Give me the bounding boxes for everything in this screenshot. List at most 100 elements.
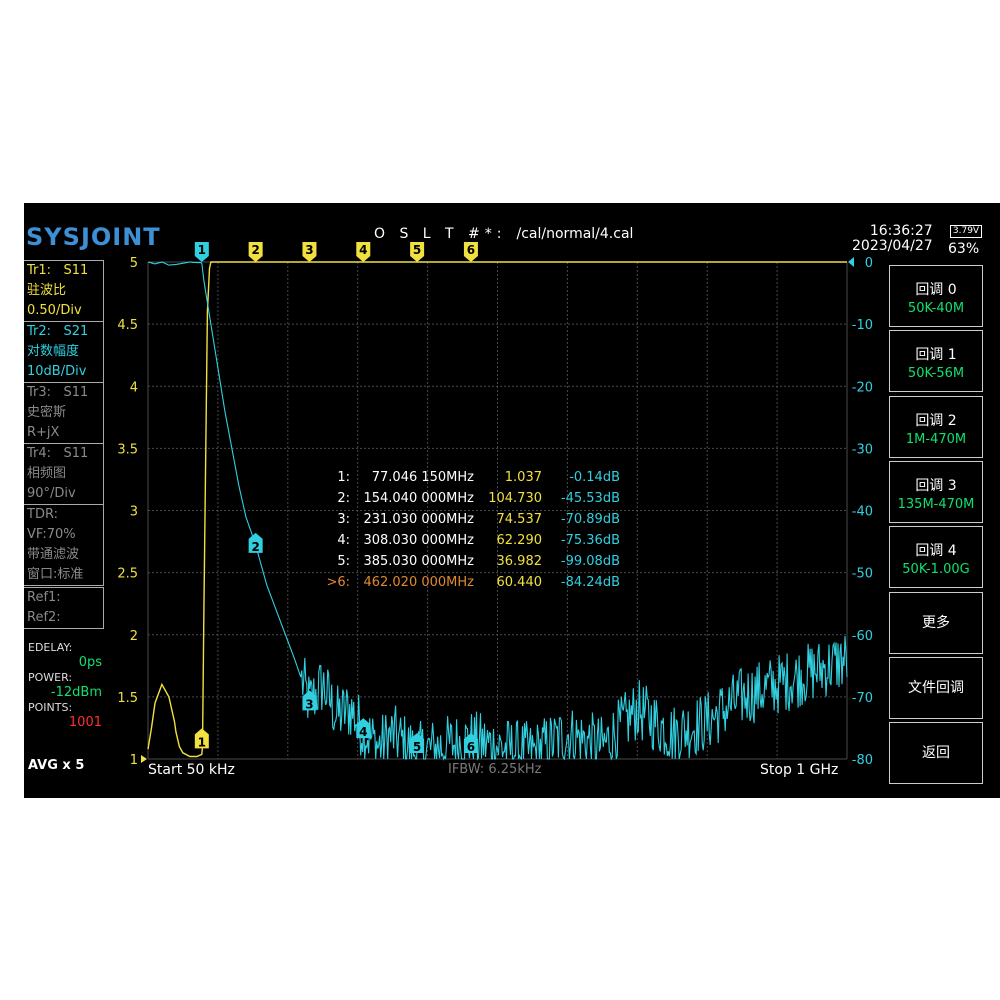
trace-3-box[interactable]: Tr3: S11 史密斯 R+jX: [24, 382, 104, 444]
softkey-title: 回调 1: [915, 347, 957, 364]
marker-value-tr1: 104.730: [488, 491, 542, 506]
softkey-4[interactable]: 回调 3 135M-470M: [889, 460, 983, 523]
softkey-title: 回调 2: [915, 412, 957, 429]
softkey-title: 回调 0: [915, 282, 957, 298]
marker-value-tr1: 1.037: [504, 470, 542, 485]
tdr-box[interactable]: TDR: VF:70% 带通滤波 窗口:标准: [24, 504, 104, 586]
trace-1-format: 驻波比: [27, 283, 67, 298]
marker-row[interactable]: >6: 462.020 000MHz 60.440 -84.24dB: [304, 572, 634, 593]
clock: 16:36:27 2023/04/27: [852, 224, 933, 254]
right-axis-tick: 0: [865, 256, 873, 271]
trace-1-box[interactable]: Tr1: S11 驻波比 0.50/Div: [24, 260, 104, 322]
right-axis-tick: -20: [852, 380, 873, 395]
left-axis-tick: 5: [130, 256, 138, 271]
tr2-reference-arrow: [848, 257, 854, 267]
left-axis-tick: 2: [130, 629, 138, 644]
marker-value-tr2: -45.53dB: [560, 491, 620, 506]
tdr-vf: VF:70%: [27, 527, 76, 542]
marker-id: 1:: [337, 470, 350, 485]
marker-frequency: 231.030 000MHz: [363, 512, 474, 527]
marker-id: 2:: [337, 491, 350, 506]
marker-flag-label: 2: [251, 243, 259, 257]
start-frequency[interactable]: Start 50 kHz: [148, 762, 235, 778]
tr1-reference-arrow: [141, 755, 147, 763]
marker-frequency: 385.030 000MHz: [363, 554, 474, 569]
right-axis-tick: -40: [852, 505, 873, 520]
tdr-window: 窗口:标准: [27, 567, 84, 582]
marker-frequency: 308.030 000MHz: [363, 533, 474, 548]
trace-2-format: 对数幅度: [27, 344, 80, 359]
clock-time: 16:36:27: [869, 223, 933, 239]
marker-frequency: 462.020 000MHz: [363, 575, 474, 590]
marker-value-tr1: 36.982: [496, 554, 543, 569]
marker-tag-label: 5: [413, 740, 421, 754]
right-axis-tick: -60: [852, 629, 873, 644]
points-label: POINTS:: [28, 701, 73, 714]
marker-value-tr1: 62.290: [496, 533, 543, 548]
marker-tag-label: 3: [305, 697, 313, 711]
right-axis-tick: -70: [852, 691, 873, 706]
ifbw-readout: IFBW: 6.25kHz: [448, 762, 542, 777]
marker-frequency: 77.046 150MHz: [371, 470, 474, 485]
marker-value-tr2: -70.89dB: [560, 512, 620, 527]
marker-flag-label: 6: [467, 243, 475, 257]
softkey-3[interactable]: 回调 2 1M-470M: [889, 395, 983, 458]
marker-id: 5:: [337, 554, 350, 569]
marker-row[interactable]: 1: 77.046 150MHz 1.037 -0.14dB: [304, 467, 634, 488]
softkey-8[interactable]: 返回: [889, 722, 983, 785]
stop-frequency[interactable]: Stop 1 GHz: [760, 762, 838, 778]
trace-4-box[interactable]: Tr4: S11 相频图 90°/Div: [24, 443, 104, 505]
marker-value-tr2: -99.08dB: [560, 554, 620, 569]
softkey-1[interactable]: 回调 0 50K-40M: [889, 265, 983, 327]
softkey-title: 文件回调: [908, 679, 964, 696]
marker-flag-label: 5: [413, 243, 421, 257]
trace-2-box[interactable]: Tr2: S21 对数幅度 10dB/Div: [24, 321, 104, 383]
edelay-value: 0ps: [78, 655, 102, 670]
marker-flag-label: 1: [198, 243, 206, 257]
marker-row[interactable]: 4: 308.030 000MHz 62.290 -75.36dB: [304, 530, 634, 551]
trace-2-id: Tr2: S21: [27, 324, 89, 339]
trace-3-scale: R+jX: [27, 425, 60, 440]
softkey-title: 回调 3: [915, 477, 957, 494]
marker-flag-label: 4: [359, 243, 367, 257]
points-value: 1001: [68, 715, 102, 730]
calibration-info: O S L T #*: /cal/normal/4.cal: [374, 226, 633, 242]
edelay-label: EDELAY:: [28, 641, 73, 654]
cal-path: /cal/normal/4.cal: [516, 226, 634, 242]
battery-percent: 63%: [948, 241, 980, 257]
marker-row[interactable]: 3: 231.030 000MHz 74.537 -70.89dB: [304, 509, 634, 530]
marker-value-tr1: 74.537: [496, 512, 543, 527]
right-axis-tick: -80: [852, 753, 873, 768]
softkey-subtitle: 50K-40M: [907, 301, 965, 316]
trace-panel: Tr1: S11 驻波比 0.50/Div Tr2: S21 对数幅度 10dB…: [24, 260, 105, 634]
trace-4-id: Tr4: S11: [27, 446, 89, 461]
marker-row[interactable]: 5: 385.030 000MHz 36.982 -99.08dB: [304, 551, 634, 572]
trace-3-id: Tr3: S11: [27, 385, 89, 400]
softkey-6[interactable]: 更多: [889, 591, 983, 654]
averaging-indicator: AVG x 5: [28, 758, 85, 773]
tdr-label: TDR:: [27, 507, 58, 522]
right-axis-tick: -50: [852, 567, 873, 582]
ref-2: Ref2:: [27, 610, 61, 625]
softkey-2[interactable]: 回调 1 50K-56M: [889, 330, 983, 393]
clock-date: 2023/04/27: [852, 238, 933, 254]
left-axis-tick: 2.5: [117, 567, 138, 582]
softkey-title: 返回: [922, 745, 950, 762]
trace-4-scale: 90°/Div: [27, 486, 76, 501]
analyzer-screen: 5 4.5 4 3.5 3 2.5 2 1.5 1 0 -10 -20 -30 -40 -50 -60 -70 -…: [24, 203, 1000, 798]
marker-row[interactable]: 2: 154.040 000MHz 104.730 -45.53dB: [304, 488, 634, 509]
left-axis-tick: 3: [130, 505, 138, 520]
right-axis-tick: -30: [852, 442, 873, 457]
ref-box[interactable]: Ref1: Ref2:: [24, 587, 104, 629]
tdr-mode: 带通滤波: [27, 547, 80, 562]
marker-flag-label: 3: [305, 243, 313, 257]
softkey-5[interactable]: 回调 4 50K-1.00G: [889, 526, 983, 589]
marker-tag-label: 6: [467, 740, 475, 754]
power-value: -12dBm: [50, 685, 102, 700]
battery-voltage: 3.79V: [952, 226, 980, 236]
softkey-7[interactable]: 文件回调: [889, 656, 983, 719]
marker-tag-label: 4: [359, 725, 367, 739]
softkey-subtitle: 50K-1.00G: [902, 562, 970, 578]
softkey-title: 更多: [922, 614, 950, 631]
right-axis-tick: -10: [852, 318, 873, 333]
